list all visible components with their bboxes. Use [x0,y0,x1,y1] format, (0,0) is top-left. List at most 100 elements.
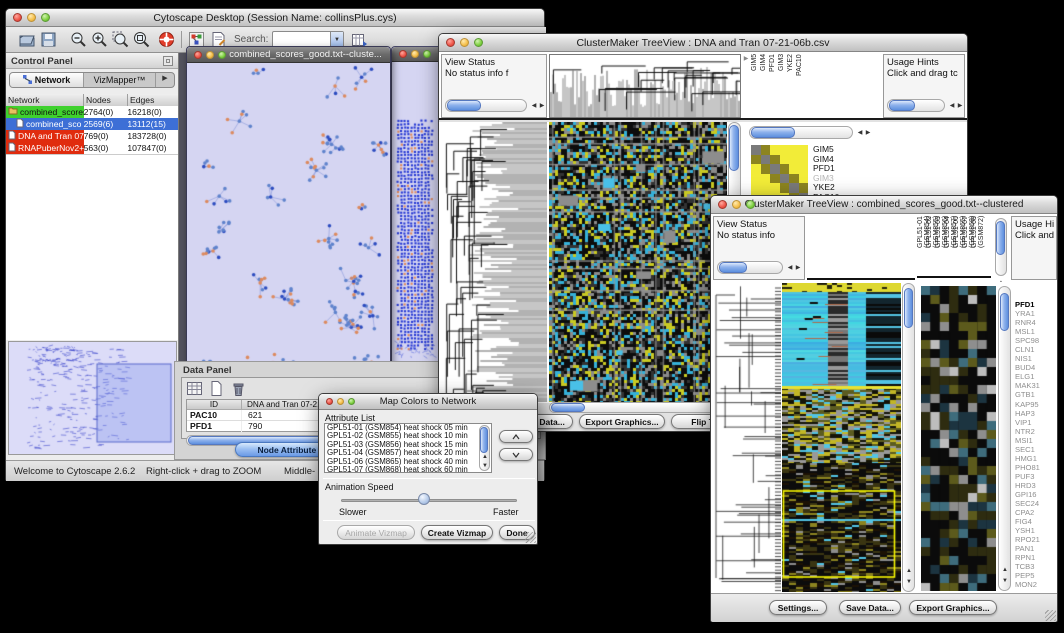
network-row-rnapuber[interactable]: RNAPuberNov2+| 563(0) 107847(0) [6,142,178,154]
close-icon[interactable] [326,398,333,405]
scrollbar-thumb[interactable] [729,125,739,171]
zoom-window-icon[interactable] [746,200,755,209]
create-vizmap-button[interactable]: Create Vizmap [421,525,493,540]
attribute-table-icon[interactable] [186,380,203,397]
similarity-matrix[interactable] [751,145,808,202]
col-edges[interactable]: Edges [128,94,178,106]
new-attribute-icon[interactable] [208,380,225,397]
col-nodes[interactable]: Nodes [84,94,128,106]
matrix-hscrollbar[interactable] [749,126,853,139]
resize-grip[interactable] [525,532,536,543]
scrollbar-thumb[interactable] [889,100,915,111]
scroll-up-icon[interactable] [1001,567,1009,575]
move-up-button[interactable] [499,430,533,443]
view-status-hscrollbar[interactable] [445,99,527,112]
settings-button[interactable]: Settings... [769,600,827,615]
float-panel-icon[interactable] [163,56,173,66]
minimize-icon[interactable] [206,51,214,59]
gene-list[interactable]: PFD1YRA1RNR4MSL1SPC98CLN1NIS1BUD4ELG1MAK… [1015,300,1057,590]
attribute-list-vscrollbar[interactable] [479,425,490,471]
scroll-down-icon[interactable] [481,463,489,471]
column-dendrogram[interactable] [549,54,741,118]
close-icon[interactable] [194,51,202,59]
scroll-up-icon[interactable] [481,454,489,462]
save-icon[interactable] [39,30,58,49]
minimize-icon[interactable] [27,13,36,22]
scroll-right-icon[interactable] [538,103,546,111]
zoom-window-icon[interactable] [218,51,226,59]
row-dendrogram[interactable] [713,283,781,592]
scrollbar-thumb[interactable] [1000,293,1009,331]
minimize-icon[interactable] [411,50,419,58]
resize-grip[interactable] [1045,610,1056,621]
open-folder-icon[interactable] [17,30,36,49]
expander-icon[interactable] [742,56,750,64]
export-graphics-button[interactable]: Export Graphics... [909,600,997,615]
save-data-button[interactable]: Save Data... [839,600,901,615]
scrollbar-thumb[interactable] [904,288,913,328]
help-lifesaver-icon[interactable] [157,30,176,49]
scroll-left-icon[interactable] [948,103,956,111]
network-row-combined-scores[interactable]: combined_scores 2764(0) 16218(0) [6,106,178,118]
zoom-vscrollbar[interactable] [998,286,1011,591]
zoom-out-icon[interactable] [69,30,88,49]
col-id[interactable]: ID [187,400,242,409]
scroll-left-icon[interactable] [856,130,864,138]
tab-overflow[interactable] [156,73,174,87]
view-status-hscrollbar[interactable] [717,261,783,274]
scrollbar-thumb[interactable] [719,262,747,273]
tab-vizmapper[interactable]: VizMapper™ [84,73,156,87]
birdseye-view[interactable] [8,341,177,455]
scrollbar-thumb[interactable] [551,403,585,412]
scrollbar-thumb[interactable] [447,100,481,111]
minimize-icon[interactable] [460,38,469,47]
network-row-combined-sco-selected[interactable]: combined_sco 2569(6) 13112(15) [6,118,178,130]
scroll-left-icon[interactable] [786,265,794,273]
network-row-dna-tran[interactable]: DNA and Tran 07 769(0) 183728(0) [6,130,178,142]
network-canvas-1[interactable] [187,63,390,368]
main-titlebar[interactable]: Cytoscape Desktop (Session Name: collins… [6,9,544,27]
animate-vizmap-button[interactable]: Animate Vizmap [337,525,415,540]
heatmap-main[interactable] [549,122,727,402]
dialog-titlebar[interactable]: Map Colors to Network [319,394,537,410]
attribute-list[interactable]: GPL51-01 (GSM854) heat shock 05 minGPL51… [324,423,492,473]
zoom-window-icon[interactable] [41,13,50,22]
close-icon[interactable] [399,50,407,58]
scrollbar-thumb[interactable] [996,221,1005,255]
col-network[interactable]: Network [6,94,84,106]
scroll-down-icon[interactable] [1001,578,1009,586]
treeview1-titlebar[interactable]: ClusterMaker TreeView : DNA and Tran 07-… [439,34,967,52]
scrollbar-thumb[interactable] [751,127,795,138]
usage-hints-hscrollbar[interactable] [887,99,945,112]
column-labels-vscrollbar[interactable] [995,218,1007,276]
treeview1-bottom-hscrollbar[interactable] [549,402,727,413]
zoom-in-icon[interactable] [90,30,109,49]
zoom-window-icon[interactable] [474,38,483,47]
zoom-window-icon[interactable] [348,398,355,405]
scroll-right-icon[interactable] [864,130,872,138]
scroll-down-icon[interactable] [905,579,913,587]
export-graphics-button[interactable]: Export Graphics... [579,414,665,429]
heatmap-vscrollbar[interactable] [902,283,915,592]
treeview2-titlebar[interactable]: ClusterMaker TreeView : combined_scores_… [711,196,1057,214]
move-down-button[interactable] [499,448,533,461]
search-dropdown-icon[interactable] [330,32,343,47]
close-icon[interactable] [446,38,455,47]
minimize-icon[interactable] [732,200,741,209]
heatmap-zoom-view[interactable] [921,286,996,591]
network1-titlebar[interactable]: combined_scores_good.txt--cluste... [187,47,390,63]
close-icon[interactable] [718,200,727,209]
delete-attribute-icon[interactable] [230,380,247,397]
scroll-right-icon[interactable] [794,265,802,273]
row-dendrogram[interactable] [441,122,547,402]
zoom-fit-icon[interactable] [132,30,151,49]
close-icon[interactable] [13,13,22,22]
scrollbar-thumb[interactable] [480,427,488,453]
tab-network[interactable]: Network [10,73,84,87]
speed-slider-thumb[interactable] [418,493,430,505]
heatmap-main[interactable] [782,283,901,592]
zoom-window-icon[interactable] [423,50,431,58]
scroll-right-icon[interactable] [956,103,964,111]
minimize-icon[interactable] [337,398,344,405]
zoom-selected-icon[interactable] [111,30,130,49]
